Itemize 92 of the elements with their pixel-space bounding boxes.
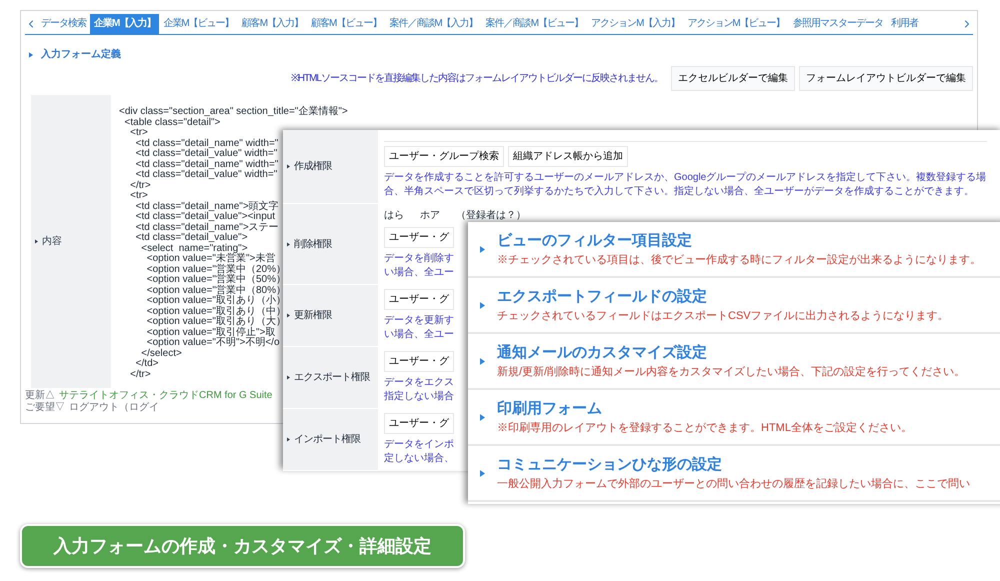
edit-button[interactable]: フォームレイアウトビルダーで編集 bbox=[799, 66, 973, 91]
tab[interactable]: 案件／商談M【入力】 bbox=[385, 14, 482, 34]
code-line: <option value="取引あり（大） bbox=[146, 317, 286, 327]
setting-title[interactable]: コミュニケーションひな形の設定 bbox=[497, 454, 970, 476]
code-line: <tr> bbox=[129, 191, 148, 202]
permission-label: 作成権限 bbox=[294, 160, 332, 174]
code-line: <td class="detail_name">頭文字 bbox=[134, 202, 279, 212]
permission-description: データを削除す bbox=[384, 252, 454, 266]
permission-description: データを更新す bbox=[384, 314, 454, 328]
code-line: <td class="detail_name" width=" bbox=[134, 138, 278, 148]
permission-description: 指定しない場合 bbox=[384, 390, 454, 404]
code-line: </select> bbox=[140, 348, 182, 358]
triangle-icon bbox=[29, 52, 33, 58]
triangle-icon bbox=[287, 437, 290, 442]
search-button[interactable]: 組織アドレス帳から追加 bbox=[508, 146, 628, 167]
code-line: <table class="detail"> bbox=[124, 118, 220, 128]
code-line: </td> bbox=[134, 359, 158, 370]
logout-link[interactable]: ログアウト（ログイ bbox=[69, 402, 159, 414]
tab[interactable]: アクションM【ビュー】 bbox=[683, 14, 789, 34]
code-line: <td class="detail_value"> bbox=[134, 233, 248, 244]
tab[interactable]: データ検索 bbox=[37, 14, 90, 34]
setting-description: チェックされているフィールドはエクスポートCSVファイルに出力されるようになります。 bbox=[497, 309, 949, 324]
update-link[interactable]: 更新△ bbox=[25, 390, 55, 402]
member-name: ホア bbox=[420, 209, 440, 223]
triangle-icon bbox=[480, 358, 485, 364]
code-line: <option value="営業中（50%） bbox=[146, 275, 286, 285]
permission-description: データをインポ bbox=[384, 438, 454, 452]
code-line: <td class="detail_value" width=" bbox=[134, 149, 278, 160]
app-link[interactable]: サテライトオフィス・クラウドCRM for G Suite bbox=[59, 390, 272, 402]
search-button[interactable]: ユーザー・グ bbox=[384, 351, 454, 372]
setting-description: ※印刷専用のレイアウトを登録することができます。HTML全体をご設定ください。 bbox=[497, 420, 912, 436]
permission-label: インポート権限 bbox=[294, 432, 360, 447]
member-name: （登録者は？） bbox=[456, 208, 526, 223]
search-button[interactable]: ユーザー・グ bbox=[384, 289, 454, 310]
search-button[interactable]: ユーザー・グループ検索 bbox=[384, 146, 504, 167]
search-button[interactable]: ユーザー・グ bbox=[384, 413, 454, 434]
tab[interactable]: 顧客M【ビュー】 bbox=[307, 14, 386, 34]
setting-description: 新規/更新/削除時に通知メール内容をカスタマイズしたい場合、下記の設定を行ってください。 bbox=[497, 364, 966, 380]
triangle-icon bbox=[480, 414, 485, 420]
code-line: <td class="detail_value" width=" bbox=[134, 170, 278, 180]
section-title: 入力フォーム定義 bbox=[41, 47, 121, 62]
permission-description: い場合、全ユー bbox=[384, 328, 454, 342]
tab[interactable]: 利用者 bbox=[886, 14, 922, 34]
permission-description: 定しない場合、 bbox=[384, 452, 454, 466]
triangle-icon bbox=[480, 470, 485, 476]
setting-title[interactable]: 通知メールのカスタマイズ設定 bbox=[497, 342, 966, 364]
permission-label: エクスポート権限 bbox=[294, 370, 370, 385]
setting-description: ※チェックされている項目は、後でビュー作成する時にフィルター設定が出来るようになります。 bbox=[497, 252, 981, 268]
setting-description: 一般公開入力フォームで外部のユーザーとの問い合わせの履歴を記録したい場合に、ここで問い bbox=[497, 476, 970, 492]
code-line: <option value="未営業">未営 bbox=[146, 254, 276, 264]
code-line: <select name="rating"> bbox=[140, 244, 248, 254]
permission-description: い場合、全ユー bbox=[384, 266, 454, 280]
code-line: <option value="営業中（80%） bbox=[146, 286, 286, 296]
code-line: <option value="営業中（20%） bbox=[146, 264, 286, 274]
triangle-icon bbox=[287, 313, 290, 318]
permission-description: データを作成することを許可するユーザーのメールアドレスか、Googleグループのメールアドレスを指定して下さい。複数登録する場合、半角スペースで区切って列挙するかたちで入力して下さい。指定しない場合、全ユーザーがデータを作成することができます。 bbox=[384, 171, 987, 199]
code-line: <td class="detail_name">ステー bbox=[134, 222, 279, 232]
field-label: 内容 bbox=[42, 234, 62, 249]
notice-text: ※HTMLソースコードを直接編集した内容はフォームレイアウトビルダーに反映されません。 bbox=[290, 72, 663, 86]
triangle-icon bbox=[35, 239, 38, 244]
code-line: <td class="detail_name" width=" bbox=[134, 160, 278, 170]
tab[interactable]: 案件／商談M【ビュー】 bbox=[482, 14, 588, 34]
member-name: はら bbox=[384, 209, 404, 223]
triangle-icon bbox=[287, 242, 290, 246]
tab[interactable]: 参照用マスターデータ bbox=[788, 14, 887, 34]
setting-title[interactable]: エクスポートフィールドの設定 bbox=[497, 286, 949, 308]
triangle-icon bbox=[480, 246, 485, 252]
edit-button[interactable]: エクセルビルダーで編集 bbox=[671, 66, 795, 91]
code-line: <option value="取引停止">取 bbox=[146, 328, 276, 338]
tab[interactable]: 顧客M【入力】 bbox=[238, 14, 308, 34]
code-line: <option value="不明">不明</o bbox=[146, 338, 280, 348]
tab[interactable]: アクションM【入力】 bbox=[587, 14, 684, 34]
setting-title[interactable]: 印刷用フォーム bbox=[497, 398, 912, 420]
code-line: </tr> bbox=[129, 370, 151, 380]
caption-badge: 入力フォームの作成・カスタマイズ・詳細設定 bbox=[20, 524, 465, 568]
permission-description: データをエクス bbox=[384, 376, 454, 390]
code-line: <div class="section_area" section_title="企業情報"> bbox=[119, 107, 348, 118]
code-line: <tr> bbox=[129, 128, 148, 138]
permission-label: 更新権限 bbox=[294, 308, 332, 323]
permission-label: 削除権限 bbox=[294, 238, 332, 252]
feedback-link[interactable]: ご要望▽ bbox=[25, 402, 65, 414]
code-line: <td class="detail_value"><input bbox=[134, 212, 276, 222]
code-line: <option value="取引あり（中） bbox=[146, 306, 286, 316]
search-button[interactable]: ユーザー・グ bbox=[384, 227, 454, 248]
setting-title[interactable]: ビューのフィルター項目設定 bbox=[497, 230, 981, 252]
code-line: </tr> bbox=[129, 180, 151, 191]
triangle-icon bbox=[287, 164, 290, 169]
tab[interactable]: 企業M【入力】 bbox=[90, 14, 160, 34]
tab[interactable]: 企業M【ビュー】 bbox=[159, 14, 238, 34]
triangle-icon bbox=[287, 375, 290, 380]
triangle-icon bbox=[480, 302, 485, 308]
code-line: <option value="取引あり（小） bbox=[146, 296, 286, 306]
